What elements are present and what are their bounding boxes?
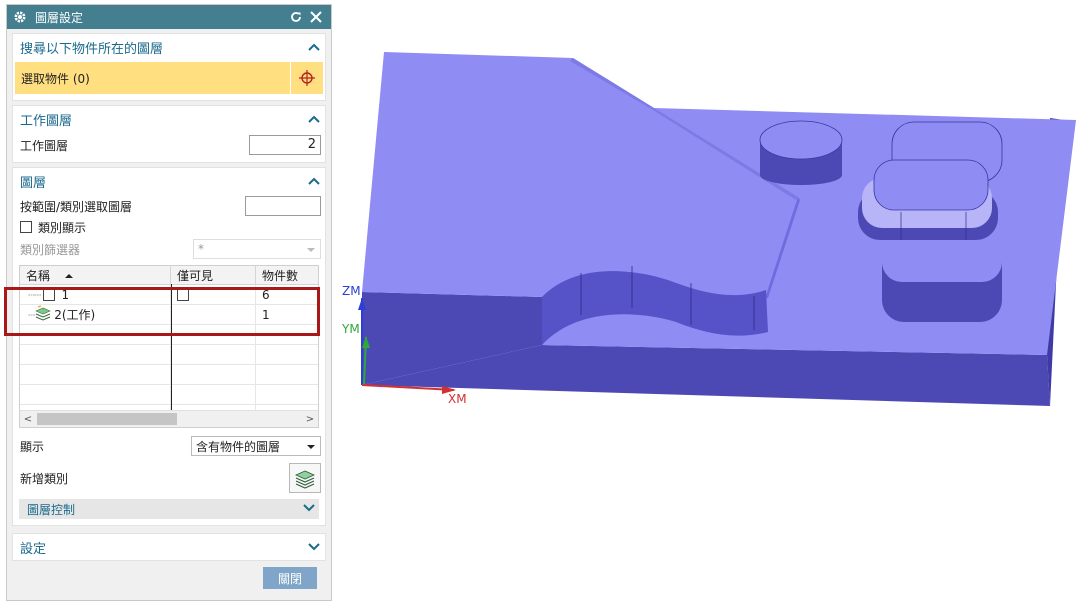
settings-section: 設定 [12,533,326,561]
table-row-empty [20,385,318,405]
chevron-down-icon[interactable] [307,540,321,554]
layer-control-header[interactable]: 圖層控制 [19,499,319,519]
chevron-up-icon[interactable] [307,40,321,54]
column-header-visible-only[interactable]: 僅可見 [171,266,256,284]
chevron-down-icon [306,439,316,453]
chevron-down-icon[interactable] [303,502,315,516]
dialog-titlebar[interactable]: 圖層設定 [7,5,331,29]
crosshair-icon[interactable] [290,62,323,94]
show-category-label: 類別顯示 [38,220,87,235]
layers-section-header[interactable]: 圖層 [13,168,325,194]
axis-y-label: YM [342,322,360,336]
close-button[interactable]: 關閉 [263,567,317,589]
category-filter-value: * [198,242,204,256]
work-layer-section-header[interactable]: 工作圖層 [13,106,325,132]
select-object-row[interactable]: 選取物件 (0) [15,62,323,94]
gear-icon [13,10,27,24]
select-object-label: 選取物件 (0) [21,71,90,86]
category-filter-combo[interactable]: * [193,239,321,259]
dialog-title: 圖層設定 [35,10,84,25]
settings-section-header[interactable]: 設定 [13,534,325,560]
layer-control-label: 圖層控制 [27,502,76,517]
table-row-empty [20,345,318,365]
table-row-empty [20,365,318,385]
category-filter-label: 類別篩選器 [20,242,81,257]
horizontal-scrollbar[interactable]: < > [20,410,318,427]
range-select-label: 按範圍/類別選取圖層 [20,199,133,214]
search-section: 搜尋以下物件所在的圖層 選取物件 (0) [12,33,326,101]
chevron-up-icon[interactable] [307,112,321,126]
new-category-label: 新增類別 [20,471,69,486]
layer-table-header: 名稱 僅可見 物件數 [20,266,318,285]
search-section-header[interactable]: 搜尋以下物件所在的圖層 [13,34,325,60]
settings-section-title: 設定 [20,541,47,557]
range-select-input[interactable] [245,196,321,216]
scroll-right-icon[interactable]: > [302,414,318,425]
scroll-left-icon[interactable]: < [20,414,36,425]
axis-z-label: ZM [342,284,361,298]
column-header-object-count[interactable]: 物件數 [256,266,314,284]
graphics-viewport[interactable]: ZM YM XM [336,0,1078,606]
chevron-down-icon [306,242,316,256]
cylinder-boss-bottom [760,165,842,185]
show-category-row[interactable]: 類別顯示 [13,218,325,236]
display-label: 顯示 [20,439,45,454]
layers-section: 圖層 按範圍/類別選取圖層 類別顯示 類別篩選器 * 名稱 僅可見 物件數 ┄┄… [12,167,326,526]
display-value: 含有物件的圖層 [196,439,281,454]
part-model [358,52,1076,406]
search-section-title: 搜尋以下物件所在的圖層 [20,41,164,57]
column-header-name[interactable]: 名稱 [20,266,171,284]
close-icon[interactable] [307,8,325,26]
layers-section-title: 圖層 [20,175,47,191]
work-layer-input[interactable]: 2 [249,135,321,155]
cylinder-boss-top [759,120,843,160]
axis-x-label: XM [448,392,467,406]
rect-boss-front-top [873,159,989,211]
show-category-checkbox[interactable] [20,221,32,233]
layers-stack-icon [295,470,315,489]
scrollbar-thumb[interactable] [37,413,177,425]
new-category-button[interactable] [289,463,321,493]
sort-up-icon [64,268,74,282]
table-highlight-frame [4,287,320,336]
work-layer-section: 工作圖層 工作圖層 2 [12,105,326,163]
work-layer-section-title: 工作圖層 [20,113,73,129]
chevron-up-icon[interactable] [307,174,321,188]
display-combo[interactable]: 含有物件的圖層 [191,436,321,456]
reset-icon[interactable] [287,8,305,26]
work-layer-label: 工作圖層 [20,138,69,153]
